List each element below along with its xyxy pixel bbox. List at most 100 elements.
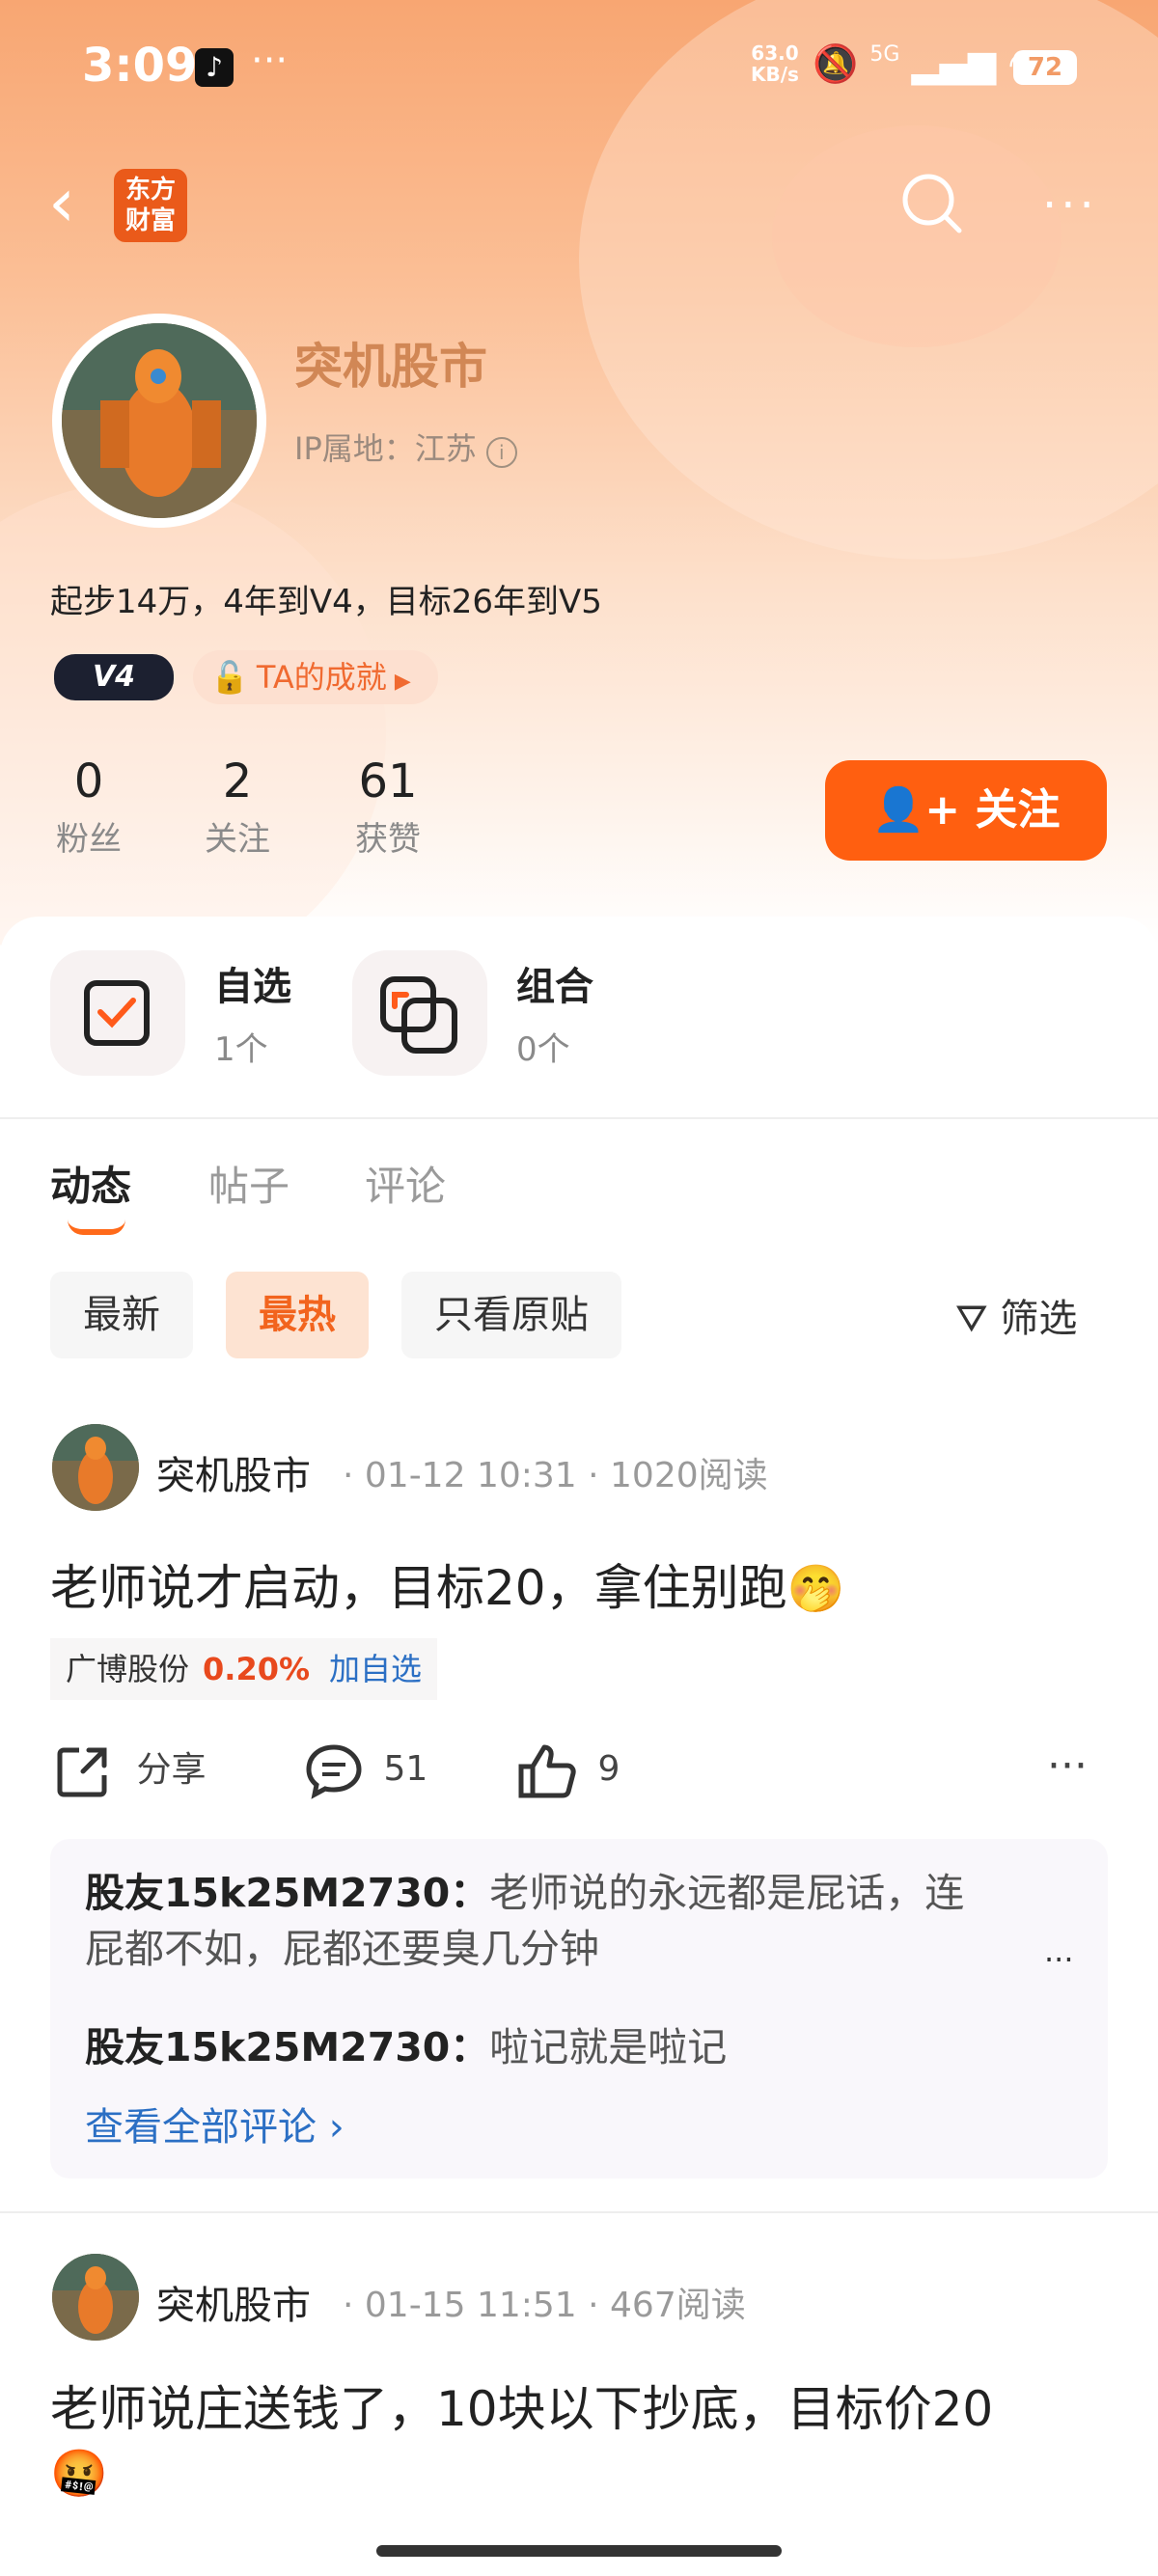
avatar-image [52, 2254, 139, 2341]
post-more-button[interactable]: ··· [1047, 1741, 1088, 1791]
comment-preview[interactable]: 股友15k25M2730：老师说的永远都是屁话，连 屁都不如，屁都还要臭几分钟 … [50, 1839, 1108, 2179]
comment-text: 啦记就是啦记 [489, 2024, 728, 2070]
comment-user[interactable]: 股友15k25M2730： [85, 2024, 489, 2070]
mute-icon: 🔕 [813, 42, 859, 85]
lock-icon: 🔓 [210, 659, 249, 696]
post-text[interactable]: 老师说庄送钱了，10块以下抄底，目标价20 🤬 [50, 2377, 1112, 2506]
post-author-avatar[interactable] [52, 1424, 139, 1511]
signal-icon: ▂▄▆ [911, 42, 997, 85]
network-speed-value: 63.0 [751, 41, 799, 65]
chip-latest[interactable]: 最新 [50, 1272, 193, 1358]
divider [0, 1117, 1158, 1119]
network-speed-unit: KB/s [751, 63, 799, 86]
avatar[interactable] [62, 323, 257, 518]
stat-label: 粉丝 [56, 820, 122, 859]
info-icon[interactable]: i [485, 437, 517, 468]
search-button[interactable] [897, 169, 967, 238]
add-user-icon: 👤+ [871, 785, 961, 835]
network-type: 5G [869, 42, 900, 67]
tab-activity[interactable]: 动态 [50, 1154, 131, 1213]
profile-bio: 起步14万，4年到V4，目标26年到V5 [50, 583, 602, 621]
app-logo: 东方财富 [114, 169, 187, 242]
checkbox-icon [84, 980, 150, 1046]
like-button[interactable]: 9 [517, 1741, 620, 1799]
watchlist-count: 1个 [214, 1030, 268, 1069]
portfolio-count: 0个 [516, 1030, 570, 1069]
comment-text: 老师说的永远都是屁话，连 [489, 1870, 965, 1916]
follow-label: 关注 [975, 785, 1061, 835]
more-options-button[interactable]: ··· [1042, 178, 1098, 233]
search-icon [902, 174, 962, 233]
post-text-content: 老师说庄送钱了，10块以下抄底，目标价20 [50, 2381, 994, 2437]
comment-button[interactable]: 51 [305, 1741, 427, 1799]
comment-more-icon[interactable]: ··· [1044, 1941, 1074, 1978]
stock-change: 0.20% [203, 1651, 311, 1687]
post-text-content: 老师说才启动，目标20，拿住别跑 [50, 1560, 787, 1616]
watchlist-title[interactable]: 自选 [214, 955, 291, 1011]
level-badge[interactable]: V4 [54, 654, 174, 700]
network-speed: 63.0 KB/s [751, 42, 799, 85]
achievement-label: TA的成就 [256, 659, 387, 696]
like-count: 9 [597, 1749, 620, 1789]
watchlist-button[interactable] [50, 950, 185, 1076]
divider [0, 2211, 1158, 2213]
status-bar: 3:09 ♪ ··· 63.0 KB/s 🔕 5G ▂▄▆ ◠ 72 [0, 0, 1158, 135]
post-author-name[interactable]: 突机股市 [156, 2274, 311, 2330]
filter-label: 筛选 [1000, 1297, 1078, 1341]
stat-value: 61 [358, 754, 418, 808]
post-author-name[interactable]: 突机股市 [156, 1444, 311, 1500]
portfolio-button[interactable] [352, 950, 487, 1076]
app-logo-text: 东方财富 [124, 176, 176, 235]
achievement-button[interactable]: 🔓 TA的成就 ▶ [193, 650, 438, 704]
post-meta: · 01-12 10:31 · 1020阅读 [343, 1456, 768, 1495]
see-all-comments-link[interactable]: 查看全部评论 › [85, 2096, 345, 2151]
tab-comments[interactable]: 评论 [365, 1154, 446, 1213]
stock-name: 广博股份 [66, 1651, 190, 1687]
battery-indicator: 72 [1013, 50, 1077, 85]
thumbs-up-icon [518, 1744, 576, 1798]
stat-following[interactable]: 2 关注 [199, 754, 276, 860]
ip-location: IP属地：江苏 i [294, 425, 517, 469]
comment-item: 股友15k25M2730：啦记就是啦记 [85, 2014, 727, 2072]
chip-original-only[interactable]: 只看原贴 [401, 1272, 621, 1358]
post-meta: · 01-15 11:51 · 467阅读 [343, 2286, 746, 2325]
chevron-right-icon: ▶ [394, 670, 411, 694]
share-label: 分享 [136, 1750, 207, 1790]
share-icon [57, 1747, 107, 1797]
avatar-image [62, 323, 257, 518]
comment-count: 51 [383, 1749, 428, 1789]
home-indicator[interactable] [376, 2545, 782, 2557]
portfolio-title[interactable]: 组合 [516, 955, 593, 1011]
share-button[interactable]: 分享 [54, 1741, 206, 1800]
portfolio-icon [380, 976, 457, 1054]
ip-location-text: IP属地：江苏 [294, 430, 477, 467]
signal-icons: 🔕 5G ▂▄▆ ◠ [813, 42, 1040, 86]
more-notifications-icon: ··· [251, 39, 289, 83]
active-tab-indicator [68, 1219, 125, 1235]
emoji-icon: 🤭 [786, 1562, 845, 1616]
comment-item: 股友15k25M2730：老师说的永远都是屁话，连 [85, 1860, 964, 1918]
decorative-circle [0, 482, 386, 945]
comment-user[interactable]: 股友15k25M2730： [85, 1870, 489, 1916]
status-time: 3:09 [82, 39, 198, 93]
comment-item-continued: 屁都不如，屁都还要臭几分钟 [85, 1926, 599, 1972]
stat-value: 2 [222, 754, 253, 808]
stat-likes[interactable]: 61 获赞 [349, 754, 427, 860]
comment-icon [306, 1744, 362, 1799]
post-author-avatar[interactable] [52, 2254, 139, 2341]
avatar-image [52, 1424, 139, 1511]
post-text[interactable]: 老师说才启动，目标20，拿住别跑🤭 [50, 1549, 844, 1619]
back-button[interactable]: ‹ [48, 169, 106, 241]
filter-icon: ⛛ [955, 1297, 988, 1341]
add-watchlist-link[interactable]: 加自选 [329, 1651, 422, 1687]
filter-button[interactable]: ⛛ 筛选 [955, 1287, 1077, 1343]
stock-tag[interactable]: 广博股份 0.20% 加自选 [50, 1638, 438, 1700]
stat-fans[interactable]: 0 粉丝 [50, 754, 127, 860]
emoji-icon: 🤬 [50, 2447, 108, 2501]
stat-value: 0 [73, 754, 104, 808]
chip-hottest[interactable]: 最热 [226, 1272, 369, 1358]
stat-label: 获赞 [355, 820, 421, 859]
tab-posts[interactable]: 帖子 [208, 1154, 290, 1213]
follow-button[interactable]: 👤+ 关注 [825, 760, 1107, 861]
tiktok-icon: ♪ [195, 48, 234, 87]
